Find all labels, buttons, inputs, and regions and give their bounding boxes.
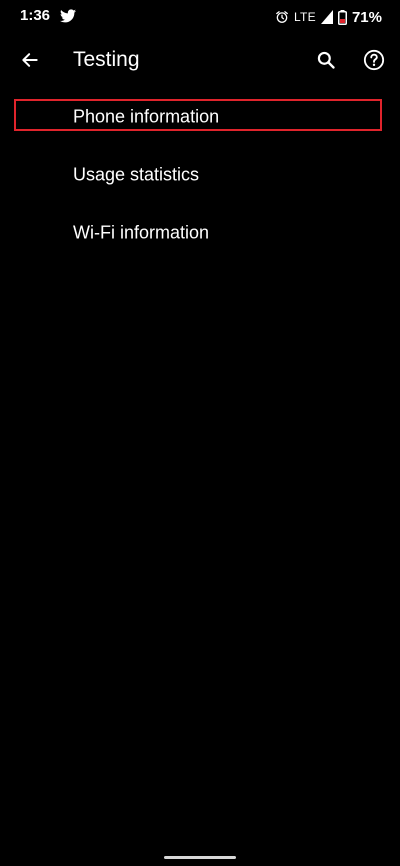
page-title: Testing bbox=[73, 48, 140, 71]
back-button[interactable] bbox=[14, 44, 46, 76]
list-item-usage-statistics[interactable]: Usage statistics bbox=[0, 146, 400, 204]
list-item-label: Wi-Fi information bbox=[73, 222, 210, 243]
alarm-icon bbox=[276, 11, 288, 23]
network-type: LTE bbox=[293, 10, 316, 24]
gesture-nav-handle[interactable] bbox=[164, 856, 236, 859]
status-bar: 1:36 LTE 71% bbox=[0, 0, 400, 34]
battery-percent: 71% bbox=[351, 8, 382, 26]
settings-list: Phone information Usage statistics Wi-Fi… bbox=[0, 88, 400, 262]
toolbar: Testing bbox=[0, 34, 400, 88]
list-item-phone-information[interactable]: Phone information bbox=[0, 88, 400, 146]
list-item-label: Phone information bbox=[73, 106, 220, 127]
list-item-wifi-information[interactable]: Wi-Fi information bbox=[0, 204, 400, 262]
back-arrow-icon bbox=[22, 53, 38, 67]
help-button[interactable] bbox=[358, 44, 390, 76]
status-time: 1:36 bbox=[20, 7, 51, 24]
battery-icon bbox=[337, 9, 347, 25]
help-icon bbox=[363, 49, 385, 71]
status-right-group: LTE 71% bbox=[275, 7, 382, 27]
search-icon bbox=[317, 51, 335, 69]
signal-icon bbox=[320, 10, 333, 24]
list-item-label: Usage statistics bbox=[73, 164, 200, 185]
search-button[interactable] bbox=[310, 44, 342, 76]
twitter-icon bbox=[60, 9, 76, 23]
